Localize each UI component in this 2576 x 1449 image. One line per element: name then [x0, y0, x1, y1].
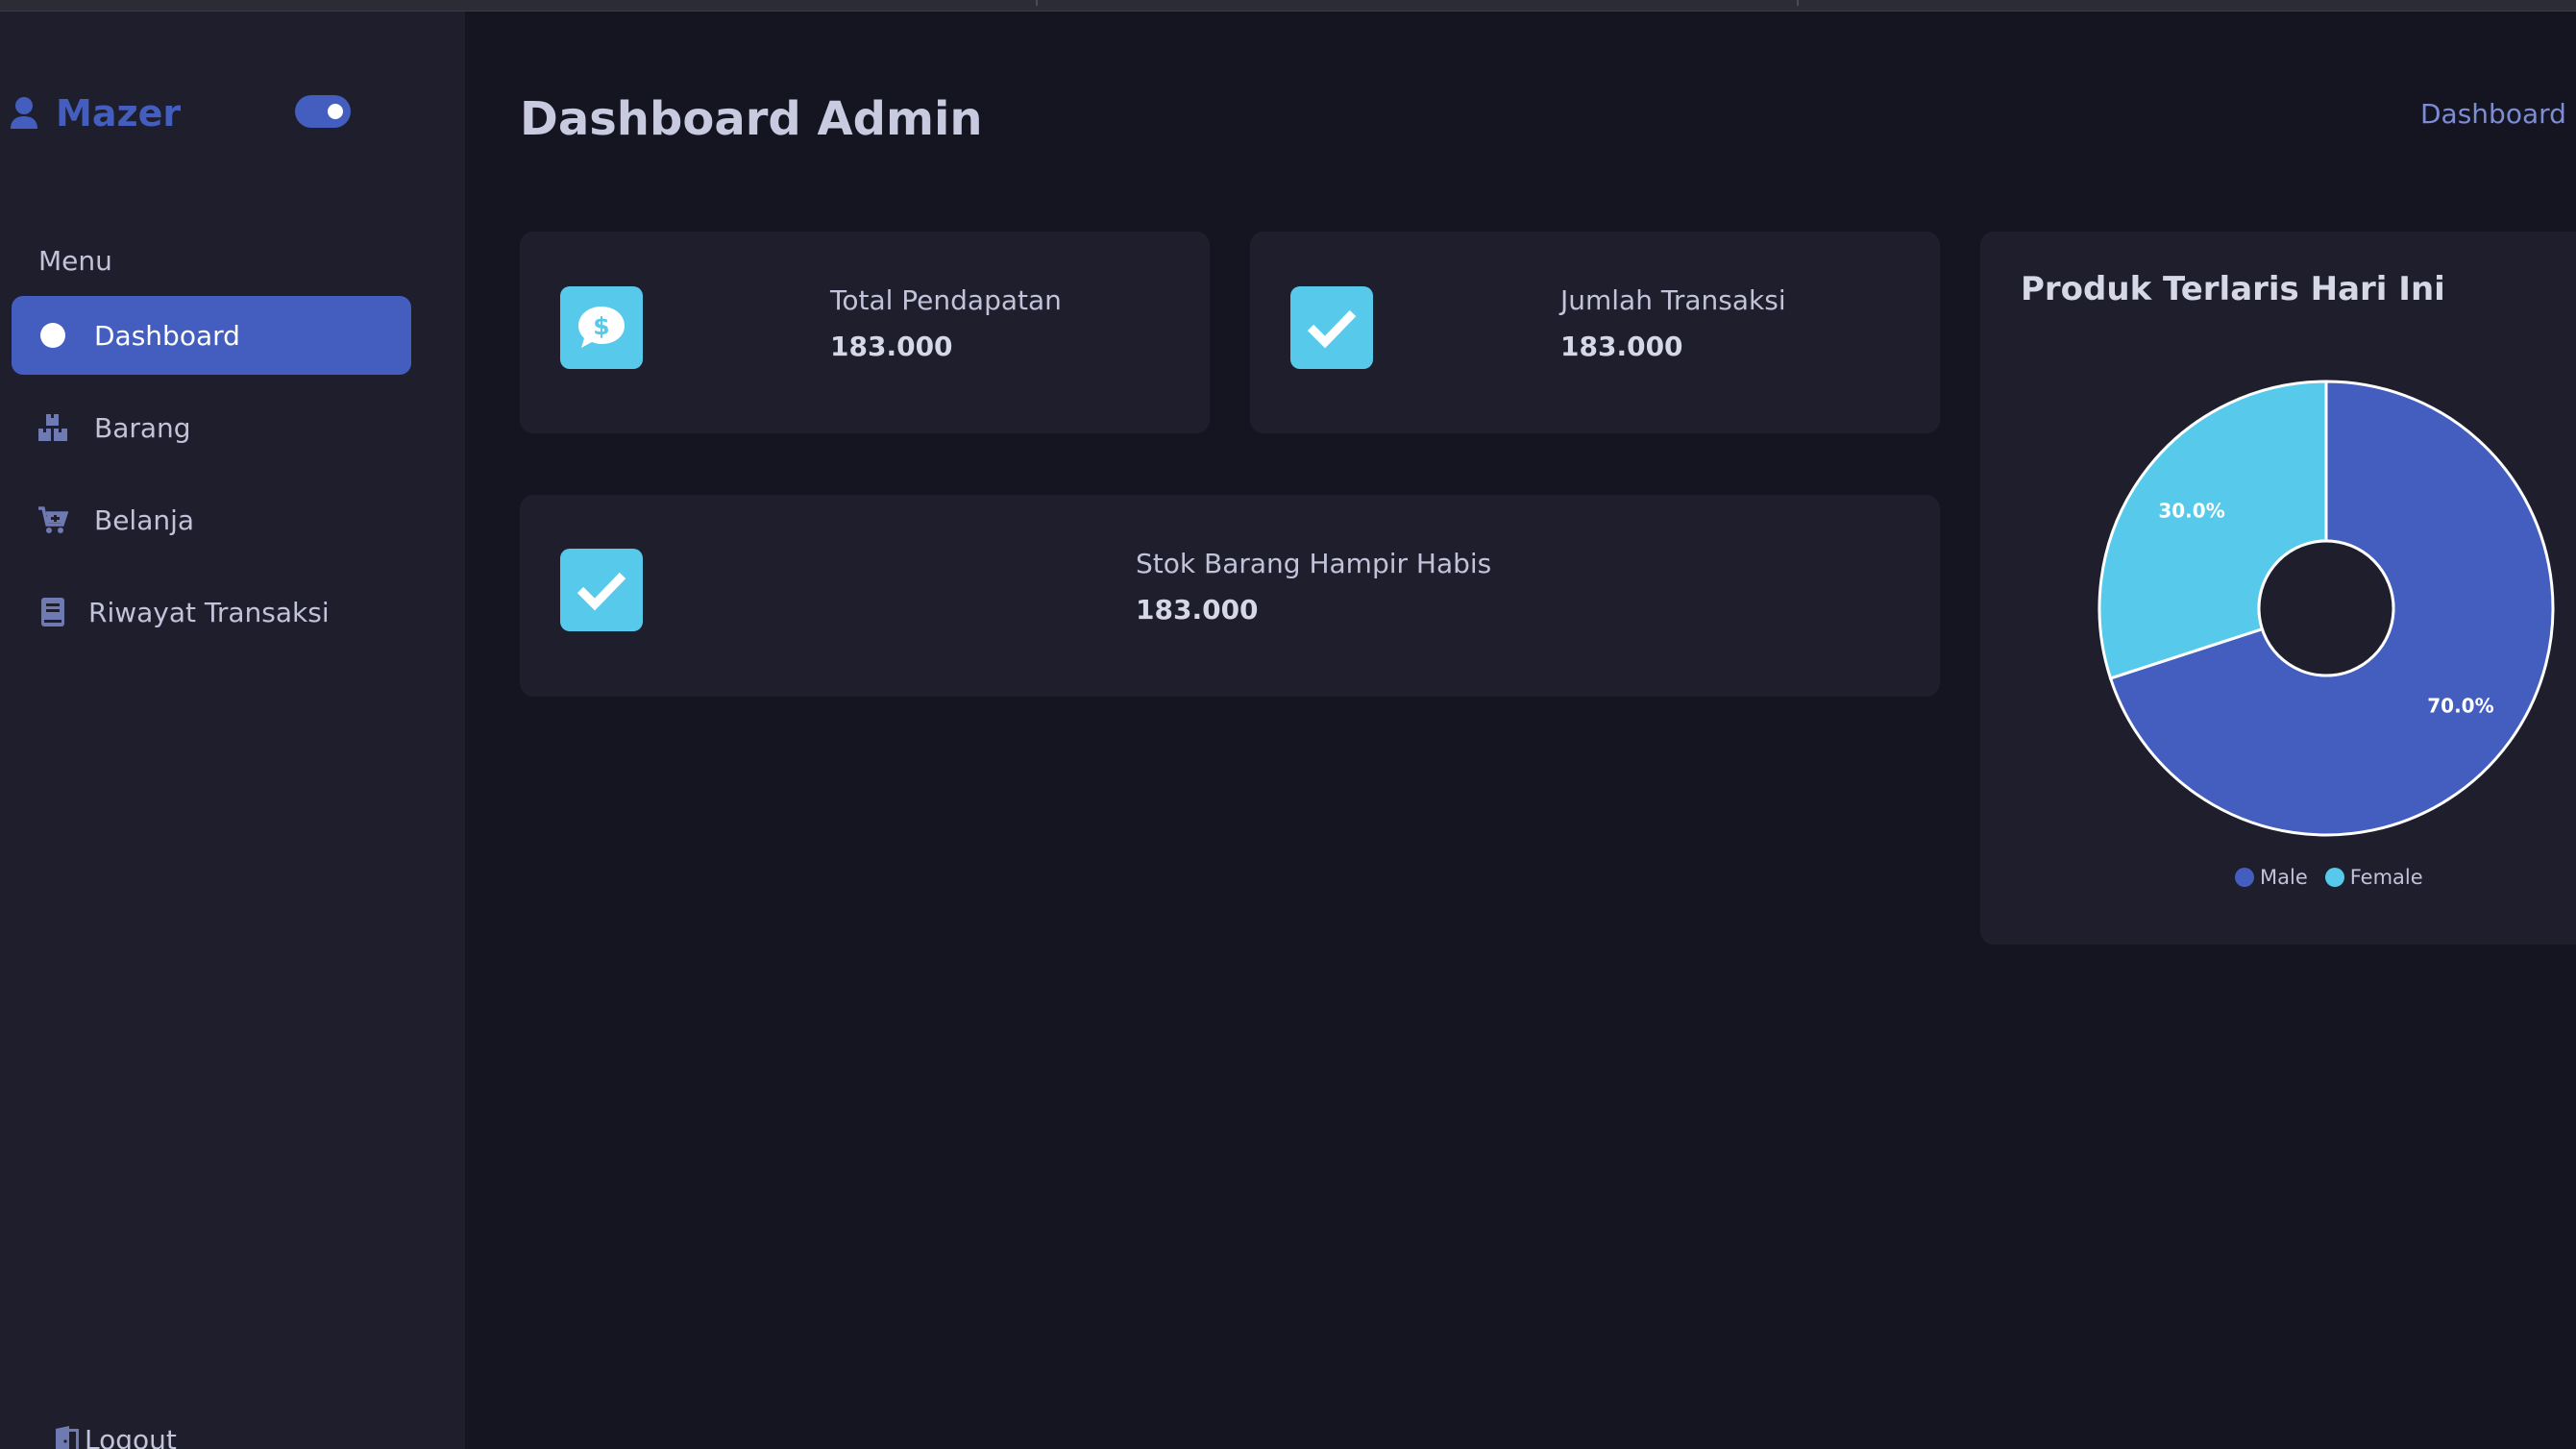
sidebar-item-label: Riwayat Transaksi	[88, 596, 330, 628]
stat-card-total-pendapatan: $ Total Pendapatan 183.000	[520, 232, 1210, 433]
sidebar-item-label: Belanja	[94, 503, 195, 536]
door-icon	[56, 1425, 79, 1449]
chart-card: Produk Terlaris Hari Ini 70.0% 30.0% Male…	[1980, 232, 2576, 945]
brand-name: Mazer	[56, 92, 182, 135]
book-icon	[37, 596, 69, 628]
stat-card-jumlah-transaksi: Jumlah Transaksi 183.000	[1250, 232, 1940, 433]
top-bar-divider	[1036, 0, 1038, 6]
donut-hole	[2257, 539, 2395, 677]
stat-value: 183.000	[830, 331, 953, 362]
pie-chart: 70.0% 30.0%	[2098, 380, 2555, 837]
sidebar-item-barang[interactable]: Barang	[12, 388, 411, 467]
breadcrumb: Dashboard/	[2420, 98, 2576, 130]
legend-item-male[interactable]: Male	[2235, 866, 2308, 889]
browser-top-bar	[0, 0, 2576, 12]
stat-value: 183.000	[1136, 594, 1259, 626]
svg-text:$: $	[593, 312, 609, 340]
logout-link[interactable]: Logout	[52, 1424, 177, 1449]
boxes-icon	[37, 411, 69, 444]
sidebar-item-belanja[interactable]: Belanja	[12, 480, 411, 559]
chart-legend: Male Female	[2235, 866, 2441, 889]
page-title: Dashboard Admin	[520, 92, 983, 146]
stat-label: Jumlah Transaksi	[1560, 284, 1786, 316]
sidebar: Mazer Menu Dashboard Barang Belanja Riwa…	[0, 12, 465, 1449]
stat-card-stok-barang: Stok Barang Hampir Habis 183.000	[520, 495, 1940, 697]
pie-data-label: 30.0%	[2158, 499, 2224, 522]
user-icon	[11, 97, 37, 129]
legend-swatch	[2324, 868, 2344, 887]
breadcrumb-item-dashboard[interactable]: Dashboard	[2420, 98, 2566, 130]
stat-label: Stok Barang Hampir Habis	[1136, 548, 1492, 579]
check-icon	[560, 549, 643, 631]
top-bar-divider	[1797, 0, 1799, 6]
menu-title: Menu	[38, 245, 112, 277]
cart-icon	[37, 503, 69, 536]
toggle-knob	[328, 104, 343, 119]
dashboard-circle-icon	[37, 319, 69, 352]
money-chat-icon: $	[560, 286, 643, 369]
pie-data-label: 70.0%	[2427, 695, 2493, 718]
sidebar-item-label: Dashboard	[94, 319, 240, 352]
legend-swatch	[2235, 868, 2254, 887]
logout-label: Logout	[85, 1424, 177, 1449]
legend-label: Female	[2349, 866, 2423, 889]
sidebar-item-label: Barang	[94, 411, 191, 444]
brand[interactable]: Mazer	[10, 92, 181, 135]
stat-value: 183.000	[1560, 331, 1683, 362]
chart-title: Produk Terlaris Hari Ini	[2021, 270, 2445, 308]
sidebar-item-dashboard[interactable]: Dashboard	[12, 296, 411, 375]
legend-item-female[interactable]: Female	[2324, 866, 2423, 889]
legend-label: Male	[2260, 866, 2308, 889]
theme-toggle[interactable]	[295, 95, 351, 128]
check-icon	[1290, 286, 1373, 369]
stat-label: Total Pendapatan	[830, 284, 1062, 316]
sidebar-item-riwayat-transaksi[interactable]: Riwayat Transaksi	[12, 573, 411, 651]
